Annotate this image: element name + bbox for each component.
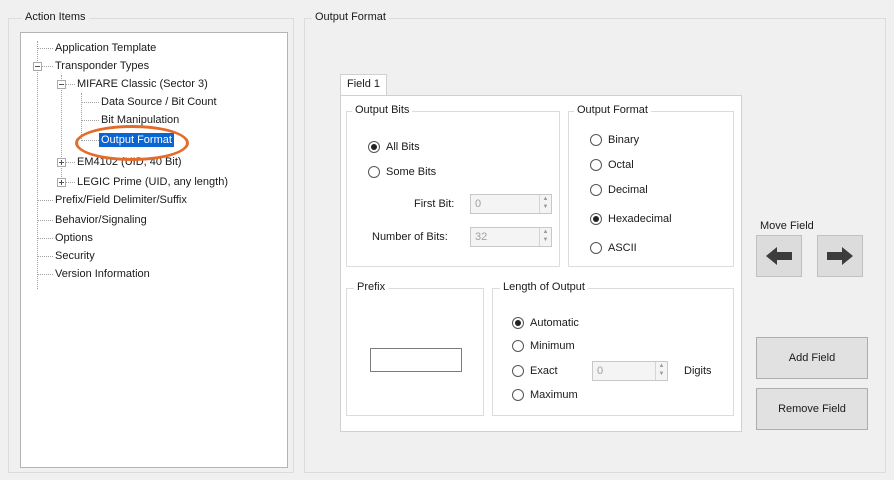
radio-exact[interactable]: Exact [512, 365, 558, 377]
tree-line [81, 120, 99, 121]
radio-binary[interactable]: Binary [590, 134, 639, 146]
tree-item-behavior-signaling[interactable]: Behavior/Signaling [55, 213, 147, 227]
tree-expander-icon[interactable] [57, 178, 66, 187]
first-bit-value: 0 [475, 198, 482, 210]
tree-line [37, 41, 38, 289]
radio-exact-icon [512, 365, 524, 377]
radio-binary-icon [590, 134, 602, 146]
prefix-input[interactable] [370, 348, 462, 372]
tree-item-application-template[interactable]: Application Template [55, 41, 156, 55]
arrow-right-icon [827, 247, 853, 265]
radio-minimum-icon [512, 340, 524, 352]
first-bit-label: First Bit: [414, 198, 455, 210]
highlight-ellipse [75, 125, 189, 161]
spin-arrows-icon[interactable]: ▲ ▼ [539, 195, 551, 213]
spin-arrows-icon[interactable]: ▲ ▼ [539, 228, 551, 246]
tree-item-version-information[interactable]: Version Information [55, 267, 150, 281]
radio-some-bits-icon [368, 166, 380, 178]
tree-line [37, 274, 53, 275]
remove-field-button[interactable]: Remove Field [756, 388, 868, 430]
radio-decimal-label: Decimal [608, 184, 648, 196]
output-format-options-title: Output Format [574, 104, 651, 116]
tree-expander-icon[interactable] [57, 80, 66, 89]
radio-binary-label: Binary [608, 134, 640, 146]
radio-octal-label: Octal [608, 159, 634, 171]
radio-automatic-icon [512, 317, 524, 329]
spin-arrows-icon[interactable]: ▲ ▼ [655, 362, 667, 380]
tree-item-data-source[interactable]: Data Source / Bit Count [101, 95, 217, 109]
prefix-title: Prefix [354, 281, 389, 293]
radio-ascii-icon [590, 242, 602, 254]
tree-item-options[interactable]: Options [55, 231, 93, 245]
tree-line [37, 200, 53, 201]
move-field-right-button[interactable] [817, 235, 863, 277]
digits-label: Digits [684, 365, 712, 377]
radio-automatic-label: Automatic [530, 317, 579, 329]
first-bit-spinner[interactable]: 0 ▲ ▼ [470, 194, 552, 214]
move-field-label: Move Field [760, 220, 814, 232]
radio-automatic[interactable]: Automatic [512, 317, 579, 329]
radio-some-bits[interactable]: Some Bits [368, 166, 436, 178]
length-of-output-title: Length of Output [500, 281, 588, 293]
radio-maximum-label: Maximum [530, 389, 578, 401]
tree-line [37, 220, 53, 221]
number-of-bits-label: Number of Bits: [372, 231, 448, 243]
radio-hexadecimal[interactable]: Hexadecimal [590, 213, 672, 225]
tree-line [37, 238, 53, 239]
action-items-tree[interactable]: Application Template Transponder Types M… [20, 32, 288, 468]
radio-octal-icon [590, 159, 602, 171]
radio-ascii-label: ASCII [608, 242, 637, 254]
output-format-group-title: Output Format [312, 11, 389, 23]
radio-maximum-icon [512, 389, 524, 401]
output-bits-title: Output Bits [352, 104, 413, 116]
radio-ascii[interactable]: ASCII [590, 242, 637, 254]
tree-item-transponder-types[interactable]: Transponder Types [55, 59, 149, 73]
tree-expander-icon[interactable] [33, 62, 42, 71]
move-field-left-button[interactable] [756, 235, 802, 277]
radio-all-bits-label: All Bits [386, 141, 420, 153]
tree-line [61, 75, 62, 187]
tree-expander-icon[interactable] [57, 158, 66, 167]
radio-all-bits-icon [368, 141, 380, 153]
tree-line [37, 48, 53, 49]
add-field-button[interactable]: Add Field [756, 337, 868, 379]
tree-item-prefix-delimiter-suffix[interactable]: Prefix/Field Delimiter/Suffix [55, 193, 187, 207]
radio-maximum[interactable]: Maximum [512, 389, 578, 401]
tree-item-security[interactable]: Security [55, 249, 95, 263]
radio-some-bits-label: Some Bits [386, 166, 437, 178]
radio-octal[interactable]: Octal [590, 159, 634, 171]
arrow-left-icon [766, 247, 792, 265]
radio-decimal[interactable]: Decimal [590, 184, 648, 196]
tree-item-mifare-classic[interactable]: MIFARE Classic (Sector 3) [77, 77, 208, 91]
tab-field-1-label: Field 1 [347, 78, 381, 90]
exact-digits-value: 0 [597, 365, 604, 377]
radio-all-bits[interactable]: All Bits [368, 141, 420, 153]
tree-line [81, 102, 99, 103]
radio-minimum-label: Minimum [530, 340, 575, 352]
radio-hexadecimal-label: Hexadecimal [608, 213, 672, 225]
tree-line [37, 256, 53, 257]
exact-digits-spinner[interactable]: 0 ▲ ▼ [592, 361, 668, 381]
radio-exact-label: Exact [530, 365, 558, 377]
radio-decimal-icon [590, 184, 602, 196]
action-items-title: Action Items [22, 11, 89, 23]
radio-minimum[interactable]: Minimum [512, 340, 575, 352]
number-of-bits-spinner[interactable]: 32 ▲ ▼ [470, 227, 552, 247]
number-of-bits-value: 32 [475, 231, 488, 243]
tree-item-legic-prime[interactable]: LEGIC Prime (UID, any length) [77, 175, 228, 189]
radio-hexadecimal-icon [590, 213, 602, 225]
